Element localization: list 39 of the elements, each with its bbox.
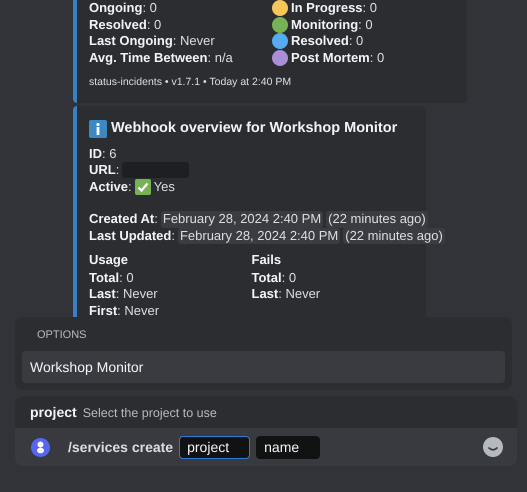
embed-title: Webhook overview for Workshop Monitor: [111, 120, 398, 137]
info-icon: [89, 120, 107, 138]
status-text: Resolved: 0: [291, 33, 364, 50]
command-text: /services create: [68, 439, 174, 455]
stat-text: Ongoing: 0: [89, 0, 157, 16]
timestamp: February 28, 2024 2:40 PM: [178, 228, 340, 244]
field-text: Last: Never: [89, 286, 158, 302]
field-text: First: Never: [89, 302, 160, 317]
field-value: Yes: [154, 178, 175, 195]
check-icon: [134, 178, 151, 195]
parameter-chip[interactable]: name: [256, 436, 320, 458]
option-description: Select the project to use: [82, 406, 217, 420]
app-icon: [31, 438, 50, 456]
field-text: Total: 0: [252, 270, 296, 286]
stat-text: Avg. Time Between: n/a: [89, 50, 233, 66]
status-text: In Progress: 0: [291, 0, 377, 16]
emoji-icon[interactable]: [483, 437, 503, 457]
status-text: Monitoring: 0: [291, 16, 373, 33]
column-heading: Usage: [89, 252, 130, 268]
relative-time: (22 minutes ago): [343, 228, 445, 244]
option-name: project: [30, 404, 77, 420]
field-text: Last: Never: [252, 286, 320, 302]
date-label: Last Updated:: [89, 228, 175, 244]
options-heading: OPTIONS: [36, 329, 88, 341]
status-text: Post Mortem: 0: [291, 50, 384, 66]
stat-text: Resolved: 0: [89, 16, 162, 33]
redacted-block: [122, 162, 190, 178]
embed-footer: status-incidents • v1.7.1 • Today at 2:40 PM: [89, 74, 455, 90]
parameter-chip[interactable]: project: [179, 436, 250, 458]
column-heading: Fails: [252, 252, 282, 268]
field-label: URL:: [89, 162, 120, 178]
relative-time: (22 minutes ago): [326, 211, 428, 228]
date-label: Created At:: [89, 211, 158, 228]
field-text: Total: 0: [89, 270, 134, 286]
stat-text: Last Ongoing: Never: [89, 33, 215, 50]
field-text: ID: 6: [89, 146, 116, 162]
timestamp: February 28, 2024 2:40 PM: [160, 211, 324, 228]
option-item[interactable]: Workshop Monitor: [22, 351, 505, 383]
field-label: Active:: [89, 178, 132, 195]
